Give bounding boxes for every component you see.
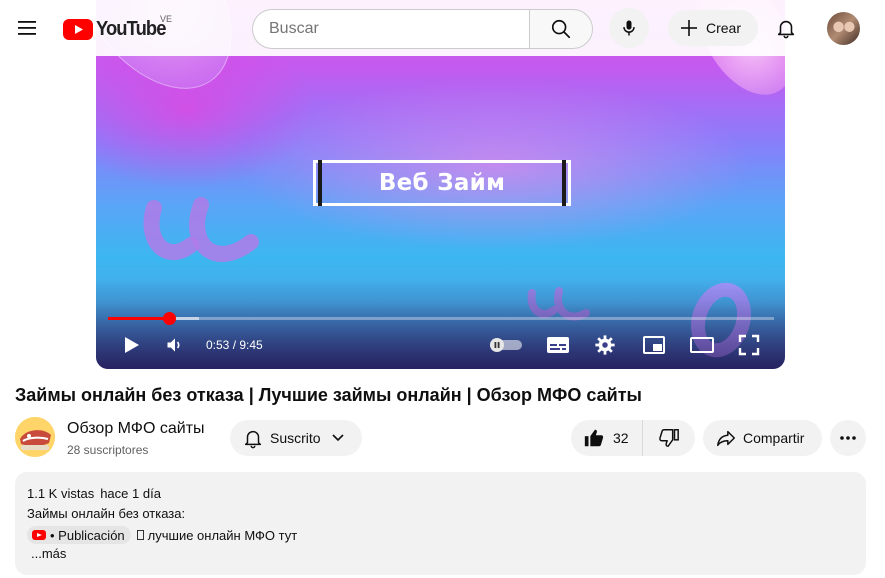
view-stats: 1.1 K vistas hace 1 día	[27, 486, 161, 501]
subscribed-label: Suscrito	[270, 430, 321, 446]
notifications-button[interactable]	[768, 10, 804, 46]
description-box[interactable]: 1.1 K vistas hace 1 día Займы онлайн без …	[15, 472, 866, 575]
like-count: 32	[613, 430, 629, 446]
share-label: Compartir	[743, 430, 805, 446]
mic-icon	[623, 20, 635, 36]
volume-icon	[167, 338, 180, 352]
description-line: Займы онлайн без отказа:	[27, 506, 186, 521]
missing-glyph-icon	[136, 530, 144, 540]
progress-scrubber[interactable]	[162, 312, 176, 325]
video-overlay-title: Веб Займ	[313, 160, 571, 206]
view-count: 1.1 K vistas	[27, 486, 95, 501]
plus-icon	[680, 19, 698, 37]
autoplay-toggle-icon	[490, 338, 522, 352]
search-button[interactable]	[529, 9, 593, 49]
time-display: 0:53 / 9:45	[206, 338, 263, 352]
share-button[interactable]: Compartir	[703, 420, 822, 456]
channel-avatar[interactable]	[15, 417, 55, 457]
like-button[interactable]: 32	[571, 420, 643, 456]
play-icon	[125, 337, 139, 353]
description-line: • Publicación лучшие онлайн МФО тут	[27, 526, 297, 544]
logo-wordmark: YouTube	[96, 17, 166, 40]
theater-mode-icon	[690, 337, 714, 353]
fullscreen-button[interactable]	[737, 328, 761, 362]
video-title: Займы онлайн без отказа | Лучшие займы о…	[15, 385, 642, 405]
like-dislike-bar: 32	[571, 420, 695, 456]
youtube-mini-icon	[32, 530, 46, 540]
subtitles-button[interactable]	[545, 328, 571, 362]
search-box	[252, 9, 530, 49]
gear-icon	[595, 335, 615, 355]
country-code: VE	[160, 14, 173, 24]
decorative-squiggle	[143, 197, 259, 262]
dislike-button[interactable]	[643, 420, 695, 456]
miniplayer-button[interactable]	[641, 328, 667, 362]
volume-button[interactable]	[162, 328, 188, 362]
overlay-title-text: Веб Займ	[378, 170, 506, 196]
miniplayer-icon	[643, 336, 665, 354]
menu-icon	[18, 21, 36, 35]
search-input[interactable]	[269, 20, 530, 38]
bell-icon	[777, 20, 795, 39]
subtitles-icon	[547, 337, 569, 353]
subscriber-count: 28 suscriptores	[67, 443, 149, 457]
share-icon	[717, 430, 735, 447]
voice-search-button[interactable]	[609, 8, 649, 48]
chevron-down-icon	[332, 434, 344, 442]
youtube-logo[interactable]: YouTube	[63, 17, 172, 41]
channel-avatar-image	[15, 417, 55, 457]
upload-date: hace 1 día	[100, 486, 161, 501]
progress-bar[interactable]	[108, 312, 774, 325]
player-controls: 0:53 / 9:45	[96, 328, 785, 362]
bell-icon	[244, 430, 262, 449]
menu-button[interactable]	[9, 10, 45, 46]
fullscreen-icon	[738, 334, 760, 356]
description-link-text: лучшие онлайн МФО тут	[147, 527, 298, 543]
more-horizontal-icon	[840, 436, 856, 440]
more-actions-button[interactable]	[830, 420, 866, 456]
account-avatar[interactable]	[827, 12, 860, 45]
theater-mode-button[interactable]	[688, 328, 716, 362]
thumbs-up-icon	[584, 429, 604, 447]
publication-link-chip[interactable]: • Publicación	[27, 526, 131, 544]
progress-played	[108, 317, 169, 320]
channel-name[interactable]: Обзор МФО сайты	[67, 420, 205, 438]
thumbs-down-icon	[659, 429, 679, 447]
play-button[interactable]	[118, 328, 144, 362]
top-header: YouTube VE Crear	[0, 0, 885, 56]
youtube-logo-icon	[63, 18, 93, 40]
settings-button[interactable]	[593, 328, 617, 362]
search-icon	[551, 19, 571, 39]
create-label: Crear	[706, 20, 742, 36]
subscribed-button[interactable]: Suscrito	[230, 420, 362, 456]
show-more-link[interactable]: ...más	[31, 546, 66, 561]
publication-chip-label: • Publicación	[50, 527, 125, 543]
create-button[interactable]: Crear	[668, 10, 758, 46]
autoplay-toggle[interactable]	[488, 328, 524, 362]
